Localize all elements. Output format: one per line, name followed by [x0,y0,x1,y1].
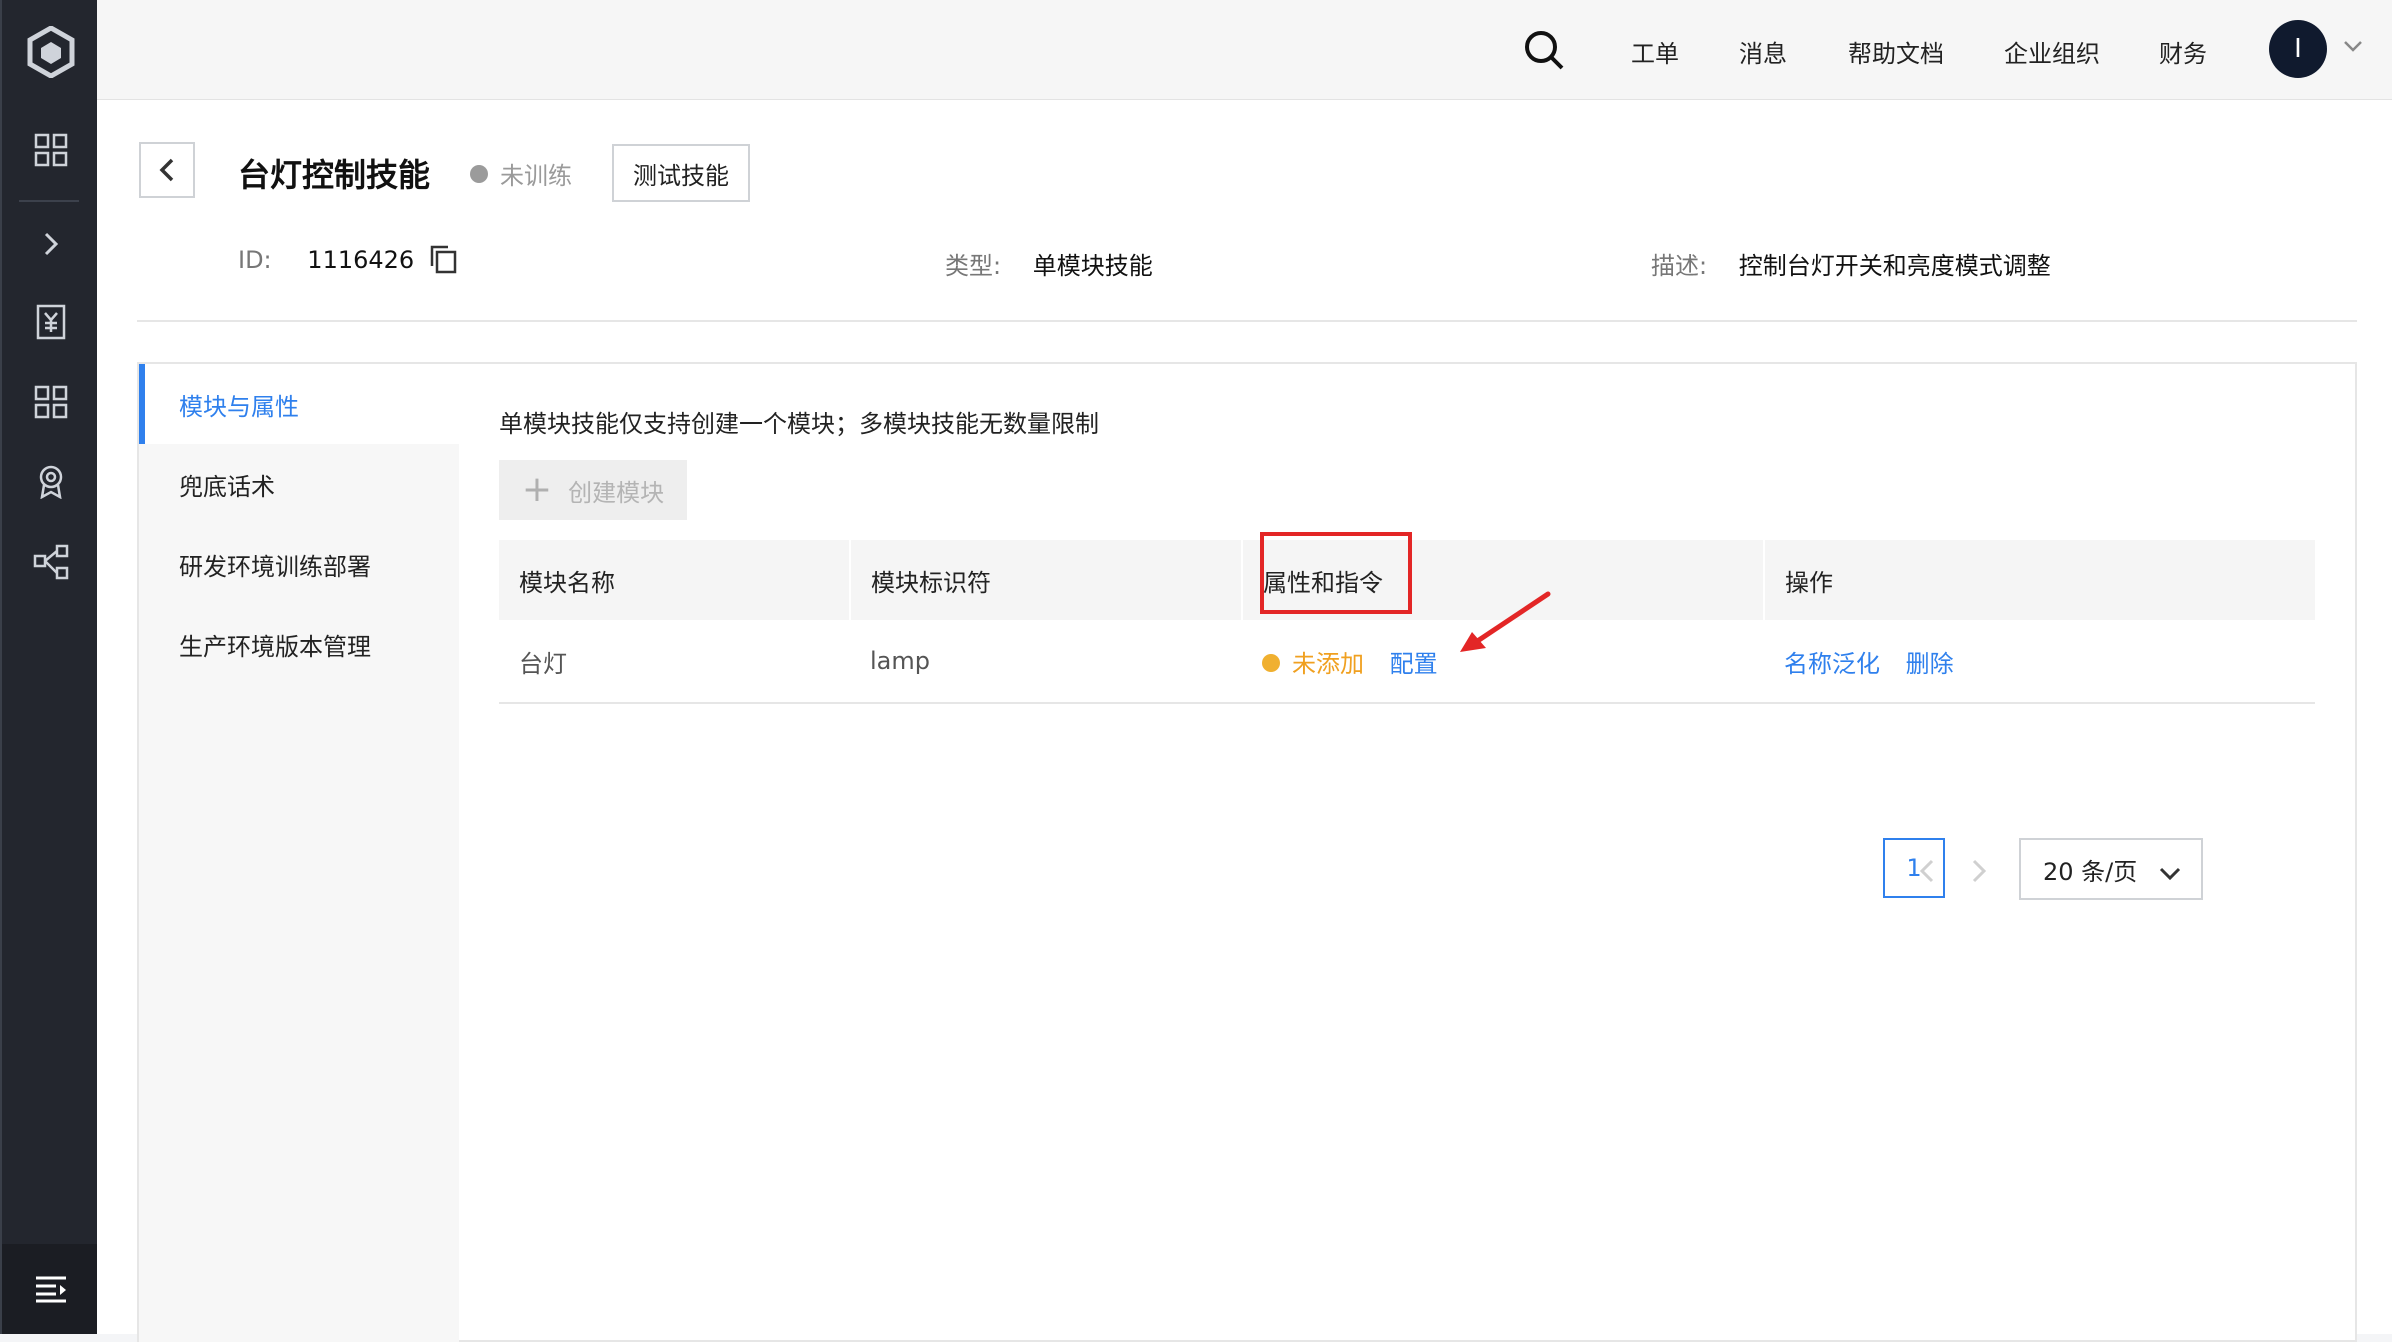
subnav-dev-deploy[interactable]: 研发环境训练部署 [139,524,459,604]
main-content: 台灯控制技能 未训练 测试技能 ID: 1116426 类型: 单模块技能 描述… [97,100,2392,1342]
meta-type: 类型: 单模块技能 [945,246,1153,281]
award-badge-icon[interactable] [2,452,99,512]
meta-id: ID: 1116426 [238,246,414,274]
subnav-prod-versions[interactable]: 生产环境版本管理 [139,604,459,684]
avatar[interactable]: I [2269,20,2327,78]
meta-description: 描述: 控制台灯开关和亮度模式调整 [1651,246,2051,281]
network-nodes-icon[interactable] [2,532,99,592]
divider [137,320,2357,322]
plus-icon: + [521,469,553,510]
nav-finance[interactable]: 财务 [2159,34,2207,69]
collapse-menu-button[interactable] [2,1244,99,1334]
nav-messages[interactable]: 消息 [1739,34,1787,69]
status-label: 未训练 [500,162,572,190]
nav-help-docs[interactable]: 帮助文档 [1848,34,1944,69]
copy-icon[interactable] [428,244,458,274]
product-logo-icon[interactable] [2,22,99,82]
chevron-left-icon [159,158,174,182]
page-number[interactable]: 1 [1883,838,1945,898]
billing-icon[interactable] [2,292,99,352]
warning-dot-icon [1262,653,1280,672]
subnav-fallback-replies[interactable]: 兜底话术 [139,444,459,524]
meta-id-label: ID: [238,246,272,274]
cell-module-name: 台灯 [499,620,850,704]
rail-divider [19,200,79,202]
configure-link[interactable]: 配置 [1390,650,1438,678]
meta-type-value: 单模块技能 [1032,252,1153,280]
expand-chevron-icon[interactable] [2,214,99,274]
col-module-name: 模块名称 [499,540,850,620]
dashboard-icon[interactable] [2,372,99,432]
back-button[interactable] [139,142,195,198]
col-actions: 操作 [1763,540,2315,620]
attr-status: 未添加 [1292,649,1364,678]
search-icon[interactable] [1522,28,1566,72]
nav-organization[interactable]: 企业组织 [2004,34,2100,69]
col-module-identifier: 模块标识符 [849,540,1242,620]
subnav-modules-attributes[interactable]: 模块与属性 [139,364,459,444]
annotation-arrow-icon [1460,591,1551,652]
status-dot-icon [470,164,488,183]
highlight-box [1260,532,1412,614]
table-row: 台灯 lamp 未添加 配置 名称泛化 删除 [499,620,2315,704]
nav-tickets[interactable]: 工单 [1631,34,1679,69]
meta-description-value: 控制台灯开关和亮度模式调整 [1738,252,2051,280]
cell-actions: 名称泛化 删除 [1764,620,2315,704]
sub-navigation: 模块与属性 兜底话术 研发环境训练部署 生产环境版本管理 [139,364,459,1342]
cell-module-identifier: lamp [850,620,1242,704]
left-sidebar [0,0,99,1334]
create-module-button[interactable]: + 创建模块 [499,460,687,520]
name-generalize-link[interactable]: 名称泛化 [1784,650,1880,678]
chevron-down-icon [2159,860,2181,888]
delete-link[interactable]: 删除 [1906,650,1954,678]
meta-id-value: 1116426 [307,246,415,274]
grid-apps-icon[interactable] [2,120,99,180]
chevron-down-icon[interactable] [2343,38,2363,52]
next-page-icon[interactable] [1963,856,1993,886]
top-header: 工单 消息 帮助文档 企业组织 财务 I [97,0,2392,100]
page-title: 台灯控制技能 [238,156,431,194]
test-skill-button[interactable]: 测试技能 [612,144,750,202]
meta-description-label: 描述: [1651,252,1708,280]
meta-type-label: 类型: [945,252,1002,280]
status-badge: 未训练 [470,156,572,191]
page-size-label: 20 条/页 [2043,857,2138,886]
page-size-select[interactable]: 20 条/页 [2019,838,2203,900]
content-card: 模块与属性 兜底话术 研发环境训练部署 生产环境版本管理 单模块技能仅支持创建一… [137,362,2357,1342]
module-hint: 单模块技能仅支持创建一个模块；多模块技能无数量限制 [499,410,1099,438]
create-module-label: 创建模块 [568,478,665,507]
collapse-menu-icon [35,1276,66,1303]
